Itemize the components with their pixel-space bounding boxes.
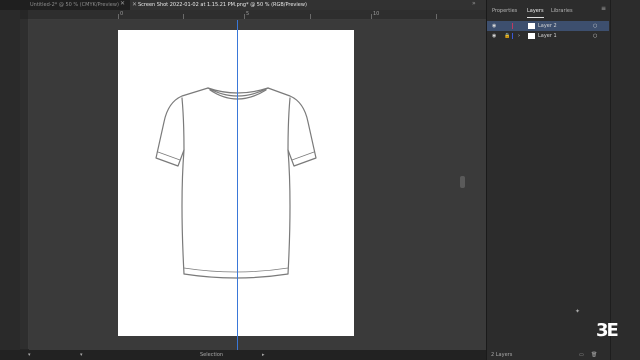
close-icon[interactable]: ✕ — [132, 0, 137, 10]
vertical-guide[interactable] — [237, 20, 238, 350]
selection-label: Selection — [200, 352, 224, 358]
tab-libraries[interactable]: Libraries — [551, 5, 573, 17]
lock-icon[interactable]: 🔒 — [504, 31, 510, 41]
layer-count: 2 Layers — [491, 352, 513, 358]
cursor-icon: ✦ — [575, 308, 581, 315]
ruler-vertical[interactable] — [20, 19, 29, 349]
ruler-label: 10 — [373, 11, 380, 17]
ruler-label: 0 — [120, 11, 124, 17]
target-icon[interactable]: ○ — [593, 31, 597, 41]
ruler-tick — [371, 14, 372, 19]
tools-strip — [0, 10, 20, 350]
ruler-horizontal[interactable]: 0 5 10 — [28, 10, 486, 20]
ruler-label: 5 — [246, 11, 250, 17]
layer-color-swatch — [512, 33, 513, 39]
tab-screenshot[interactable]: ✕ Screen Shot 2022-01-02 at 1.15.21 PM.p… — [130, 0, 486, 10]
layer-row-1[interactable]: ◉ 🔒 › Layer 1 ○ — [487, 31, 609, 41]
layer-name: Layer 1 — [538, 33, 557, 39]
layer-thumbnail — [528, 33, 535, 39]
target-icon[interactable]: ○ — [593, 21, 597, 31]
vertical-scrollbar[interactable] — [460, 176, 465, 188]
document-tab-bar: Untitled-2* @ 50 % (CMYK/Preview) ✕ ✕ Sc… — [0, 0, 486, 10]
ruler-tick — [183, 14, 184, 19]
panel-tabs: Properties Layers Libraries ≡ — [487, 5, 640, 18]
ruler-tick — [118, 14, 119, 19]
status-bar: ▾ ▾ Selection ▸ — [0, 350, 486, 360]
chevron-right-icon[interactable]: ▸ — [262, 350, 265, 360]
new-layer-icon[interactable]: ▭ — [579, 350, 584, 360]
trash-icon[interactable]: 🗑 — [591, 350, 597, 360]
layers-panel: Properties Layers Libraries ≡ ◉ Layer 2 … — [486, 0, 640, 360]
zoom-dropdown-icon[interactable]: ▾ — [28, 350, 31, 360]
panel-divider — [610, 0, 611, 360]
eye-icon[interactable]: ◉ — [492, 21, 496, 31]
chevron-down-icon[interactable]: ▾ — [80, 350, 83, 360]
layer-name: Layer 2 — [538, 23, 557, 29]
chevron-right-icon[interactable]: » — [472, 0, 476, 7]
eye-icon[interactable]: ◉ — [492, 31, 496, 41]
chevron-right-icon[interactable]: › — [518, 31, 520, 41]
layer-row-2[interactable]: ◉ Layer 2 ○ — [487, 21, 609, 31]
layer-color-swatch — [512, 23, 513, 29]
tab-screenshot-label: Screen Shot 2022-01-02 at 1.15.21 PM.png… — [138, 2, 307, 8]
tab-properties[interactable]: Properties — [492, 5, 517, 17]
panel-footer: 2 Layers ▭ 🗑 — [487, 350, 640, 360]
ruler-tick — [244, 14, 245, 19]
ruler-tick — [436, 14, 437, 19]
tshirt-drawing — [155, 87, 317, 279]
watermark-logo: 3E — [596, 320, 619, 341]
layer-thumbnail — [528, 23, 535, 29]
close-icon[interactable]: ✕ — [120, 0, 125, 7]
tab-untitled-label: Untitled-2* @ 50 % (CMYK/Preview) — [30, 2, 119, 8]
menu-icon[interactable]: ≡ — [601, 5, 606, 12]
tab-layers[interactable]: Layers — [527, 5, 544, 18]
ruler-tick — [310, 14, 311, 19]
artboard[interactable] — [118, 30, 354, 336]
tab-untitled[interactable]: Untitled-2* @ 50 % (CMYK/Preview) — [0, 0, 130, 10]
